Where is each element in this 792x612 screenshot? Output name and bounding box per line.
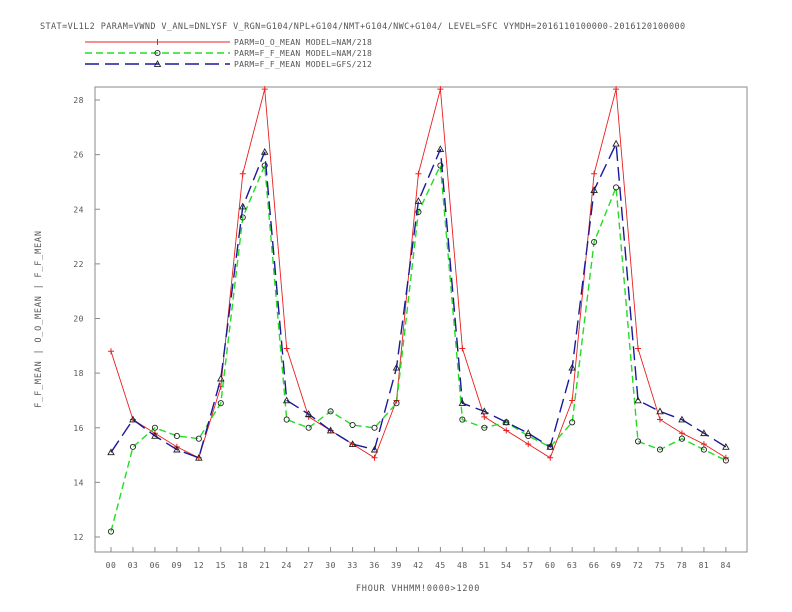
data-point [547, 454, 554, 461]
series-1 [108, 86, 729, 461]
series-layer [107, 86, 730, 535]
data-point [613, 184, 620, 191]
data-point [635, 345, 642, 352]
x-tick-label: 00 [106, 561, 117, 570]
x-tick-label: 06 [150, 561, 161, 570]
y-tick-label: 14 [73, 478, 84, 487]
x-tick-label: 81 [699, 561, 710, 570]
legend-entry: PARM=O_O_MEAN MODEL=NAM/218 [85, 38, 372, 47]
legend: PARM=O_O_MEAN MODEL=NAM/218 PARM=F_F_MEAN… [85, 38, 372, 69]
x-tick-label: 15 [215, 561, 226, 570]
y-axis-title: F_F_MEAN | O_O_MEAN | F_F_MEAN [34, 230, 44, 408]
y-axis: 12 14 16 18 20 22 24 26 28 [73, 96, 100, 542]
x-tick-label: 60 [545, 561, 556, 570]
y-tick-label: 12 [73, 533, 84, 542]
legend-label: PARM=O_O_MEAN MODEL=NAM/218 [234, 38, 372, 47]
x-tick-label: 33 [347, 561, 358, 570]
x-tick-label: 30 [325, 561, 336, 570]
x-tick-label: 69 [611, 561, 622, 570]
data-point [129, 443, 137, 450]
x-tick-label: 48 [457, 561, 468, 570]
data-point [415, 170, 422, 177]
x-tick-label: 63 [567, 561, 578, 570]
x-tick-label: 18 [237, 561, 248, 570]
y-tick-label: 24 [73, 205, 84, 214]
x-tick-label: 72 [633, 561, 644, 570]
y-tick-label: 20 [73, 315, 84, 324]
data-point [700, 441, 707, 448]
data-point [481, 413, 488, 420]
x-tick-label: 84 [721, 561, 732, 570]
x-tick-label: 51 [479, 561, 490, 570]
data-point [678, 430, 685, 437]
data-point [371, 454, 378, 461]
data-point [656, 407, 664, 415]
data-point [569, 397, 576, 404]
data-point [657, 416, 663, 423]
x-tick-label: 45 [435, 561, 446, 570]
y-tick-label: 22 [73, 260, 84, 269]
x-tick-label: 27 [303, 561, 314, 570]
y-tick-label: 26 [73, 151, 84, 160]
x-tick-label: 39 [391, 561, 402, 570]
data-point [283, 416, 290, 423]
data-point [108, 348, 114, 355]
x-tick-label: 78 [677, 561, 688, 570]
legend-entry: PARM=F_F_MEAN MODEL=GFS/212 [85, 60, 372, 69]
data-point [154, 39, 161, 45]
x-axis: 00 03 06 09 12 15 18 21 24 27 30 33 36 39 42 45 48 51 54 57… [106, 547, 732, 570]
data-point [239, 170, 246, 177]
data-point [371, 424, 378, 431]
data-point [459, 345, 466, 352]
data-point [349, 421, 356, 429]
y-tick-label: 28 [73, 96, 84, 105]
x-tick-label: 21 [259, 561, 270, 570]
plot-frame [94, 86, 748, 553]
legend-label: PARM=F_F_MEAN MODEL=NAM/218 [234, 49, 372, 58]
data-point [217, 374, 225, 382]
x-tick-label: 03 [128, 561, 139, 570]
series-line [110, 88, 727, 459]
legend-entry: PARM=F_F_MEAN MODEL=NAM/218 [85, 49, 372, 58]
data-point [305, 424, 312, 431]
legend-label: PARM=F_F_MEAN MODEL=GFS/212 [234, 60, 372, 69]
chart-title: STAT=VL1L2 PARAM=VWND V_ANL=DNLYSF V_RGN… [40, 22, 686, 32]
x-tick-label: 57 [523, 561, 534, 570]
x-tick-label: 75 [655, 561, 666, 570]
x-tick-label: 42 [413, 561, 424, 570]
data-point [525, 441, 532, 448]
chart: STAT=VL1L2 PARAM=VWND V_ANL=DNLYSF V_RGN… [34, 22, 748, 594]
x-tick-label: 24 [281, 561, 292, 570]
x-tick-label: 54 [501, 561, 512, 570]
y-tick-label: 18 [73, 369, 84, 378]
data-point [503, 427, 510, 434]
data-point [591, 170, 598, 177]
data-point [634, 396, 642, 404]
y-tick-label: 16 [73, 424, 84, 433]
x-axis-title: FHOUR VHHMM!0000>1200 [356, 584, 480, 594]
x-tick-label: 09 [172, 561, 183, 570]
x-tick-label: 36 [369, 561, 380, 570]
data-point [283, 345, 290, 352]
x-tick-label: 12 [194, 561, 205, 570]
x-tick-label: 66 [589, 561, 600, 570]
data-point [612, 139, 620, 147]
